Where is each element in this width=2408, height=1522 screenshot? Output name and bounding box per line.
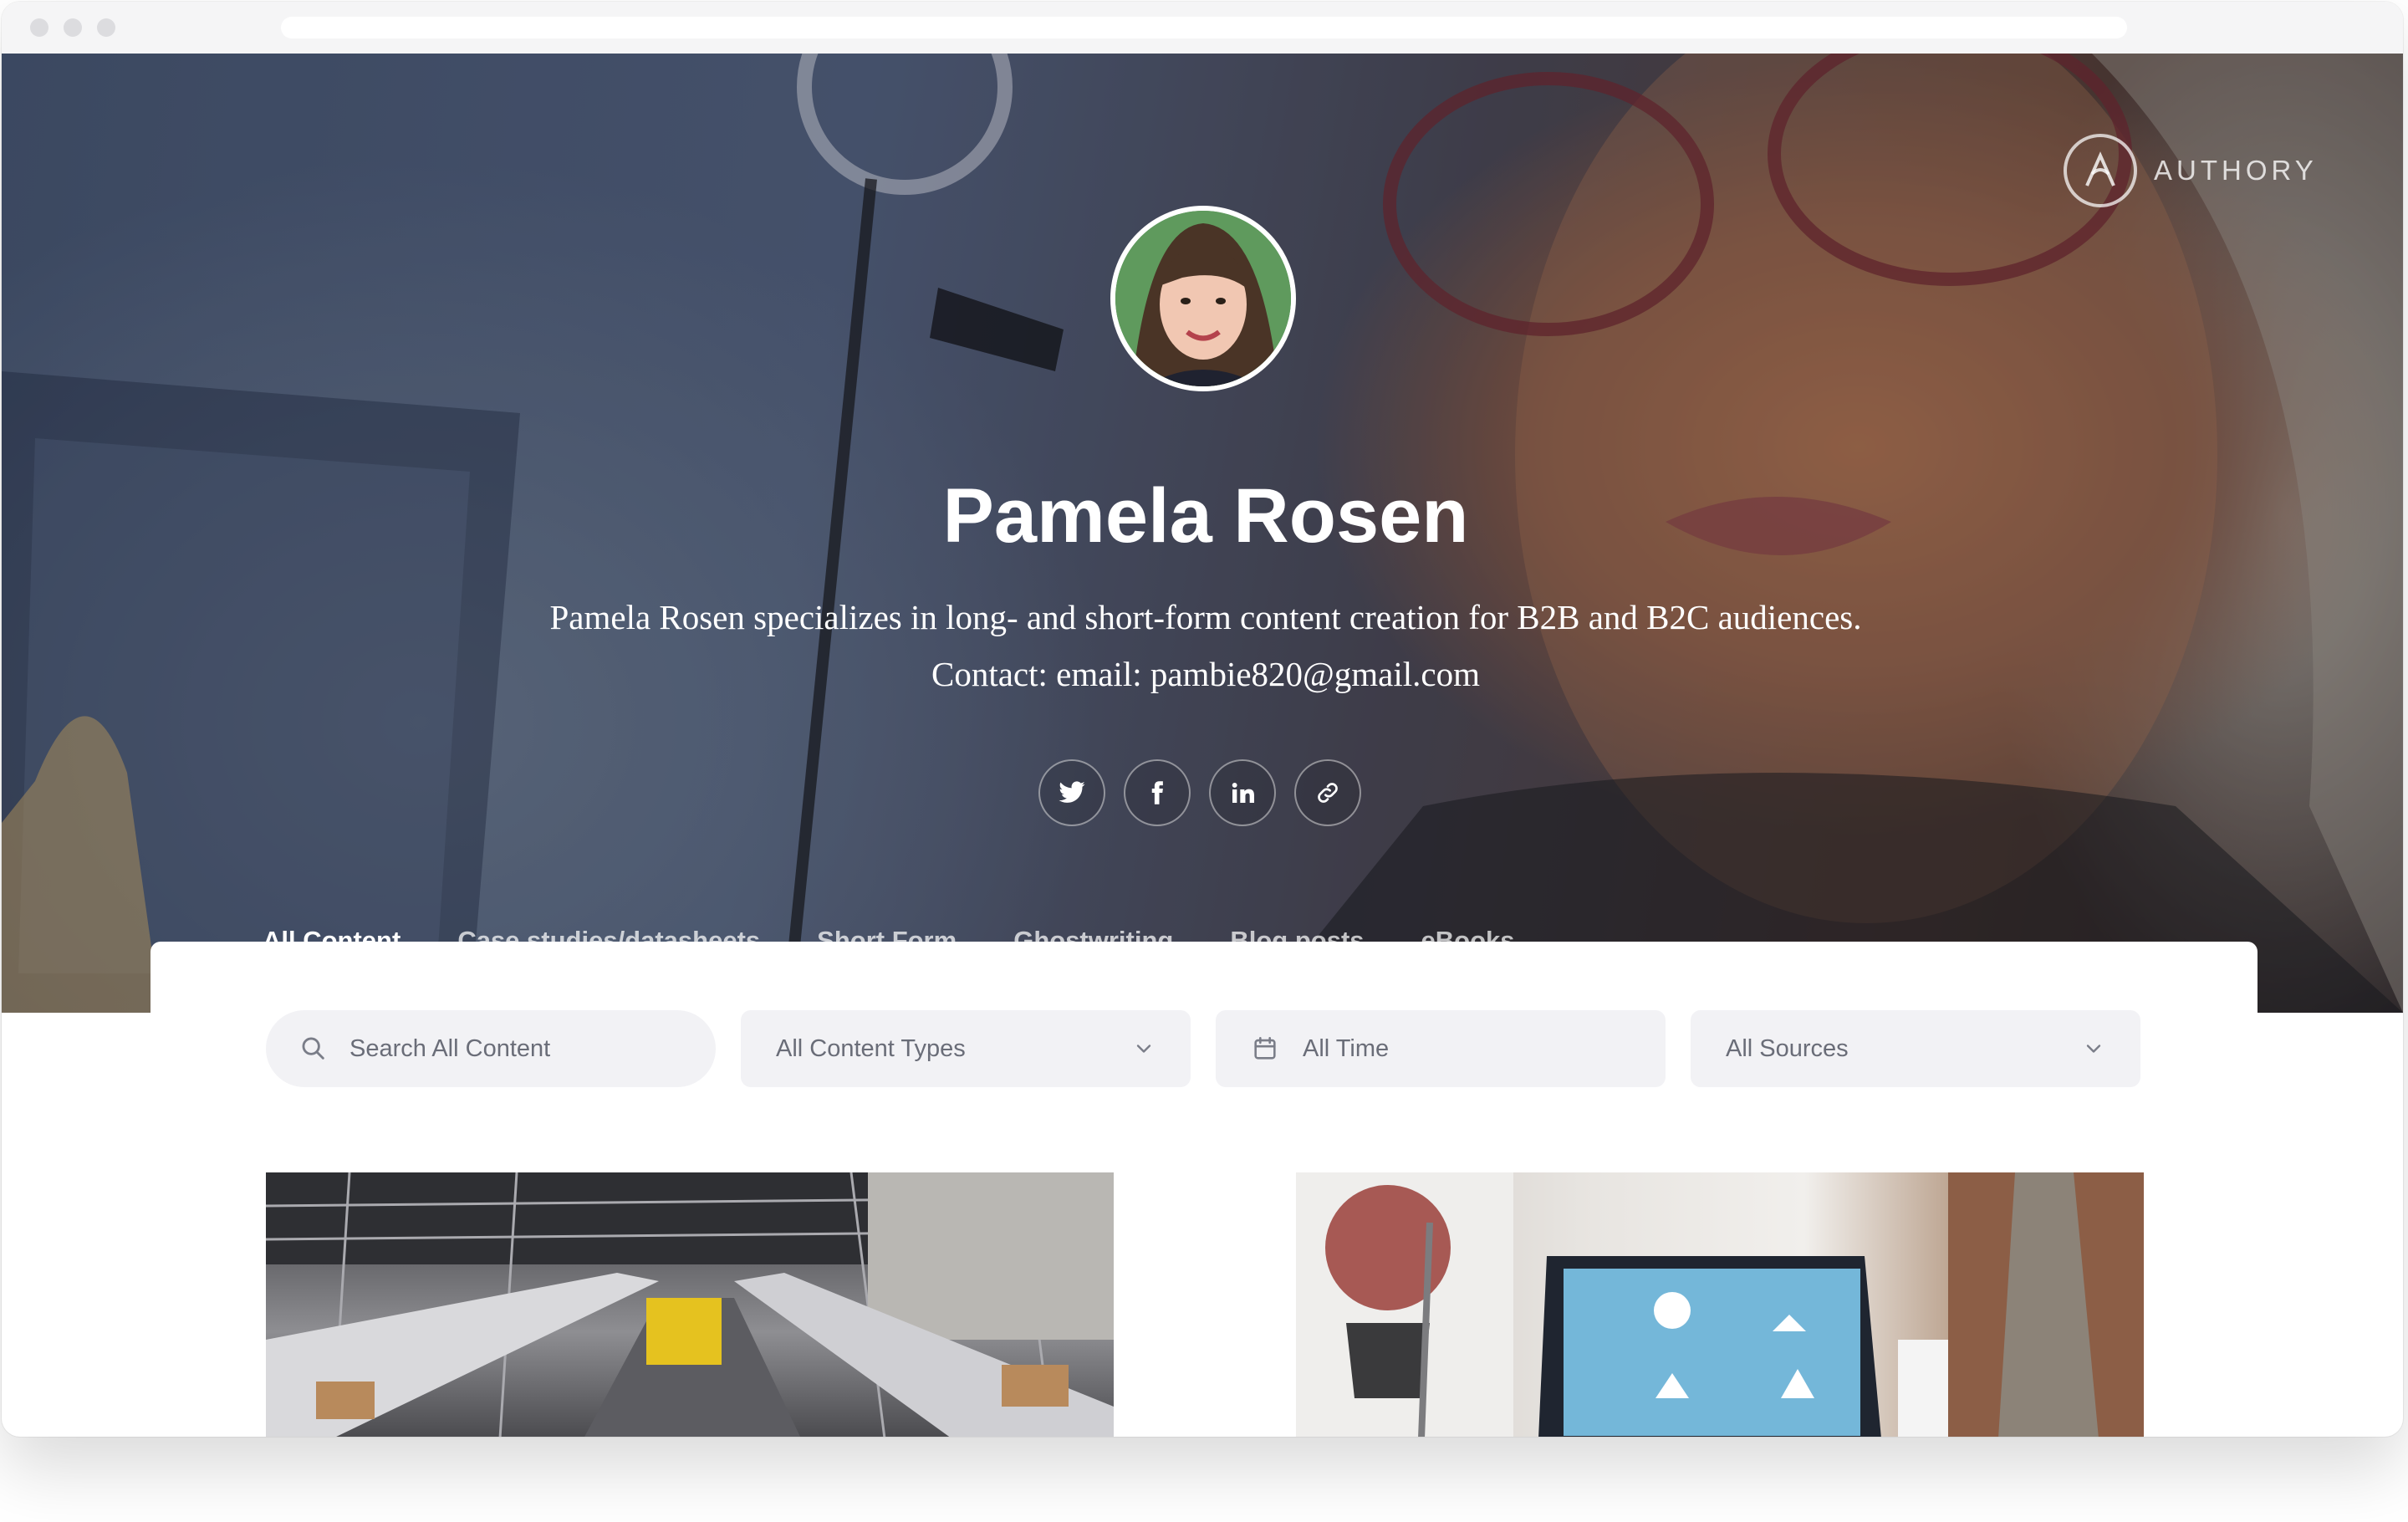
search-input[interactable]: Search All Content (266, 1010, 716, 1087)
website-link[interactable] (1294, 759, 1361, 826)
time-filter[interactable]: All Time (1216, 1010, 1666, 1087)
sources-value: All Sources (1726, 1034, 1849, 1062)
sources-select[interactable]: All Sources (1691, 1010, 2140, 1087)
chevron-down-icon (2086, 1044, 2101, 1053)
content-card[interactable] (1296, 1172, 2144, 1437)
address-bar[interactable] (281, 17, 2127, 38)
time-filter-value: All Time (1303, 1034, 1390, 1062)
linkedin-icon (1232, 783, 1254, 803)
warehouse-conveyor-photo (266, 1172, 1114, 1437)
browser-chrome (2, 2, 2403, 54)
facebook-icon (1151, 781, 1163, 804)
search-placeholder: Search All Content (349, 1034, 551, 1062)
twitter-icon (1059, 781, 1085, 803)
chevron-down-icon (1136, 1044, 1151, 1053)
content-type-select[interactable]: All Content Types (741, 1010, 1191, 1087)
avatar-illustration (1115, 211, 1291, 386)
window-minimize-button[interactable] (64, 18, 82, 37)
authory-wordmark: AUTHORY (2154, 155, 2318, 186)
authory-logo-icon (2064, 134, 2137, 207)
twitter-link[interactable] (1038, 759, 1105, 826)
search-icon (302, 1037, 324, 1060)
laptop-dashboard-photo (1296, 1172, 2144, 1437)
profile-bio: Pamela Rosen specializes in long- and sh… (549, 598, 1862, 693)
calendar-icon (1254, 1036, 1276, 1060)
authory-brand[interactable]: AUTHORY (2064, 129, 2318, 212)
social-links (1038, 759, 1361, 828)
window-maximize-button[interactable] (97, 18, 115, 37)
linkedin-link[interactable] (1209, 759, 1276, 826)
browser-window: AUTHORY Pamela Rosen Pamela Rosen specia… (2, 2, 2403, 1437)
facebook-link[interactable] (1124, 759, 1191, 826)
content-type-value: All Content Types (776, 1034, 966, 1062)
avatar (1110, 206, 1296, 391)
profile-name: Pamela Rosen (942, 473, 1469, 559)
profile-hero: AUTHORY Pamela Rosen Pamela Rosen specia… (2, 54, 2403, 1013)
link-icon (1318, 783, 1338, 803)
window-close-button[interactable] (30, 18, 48, 37)
content-card[interactable] (266, 1172, 1114, 1437)
